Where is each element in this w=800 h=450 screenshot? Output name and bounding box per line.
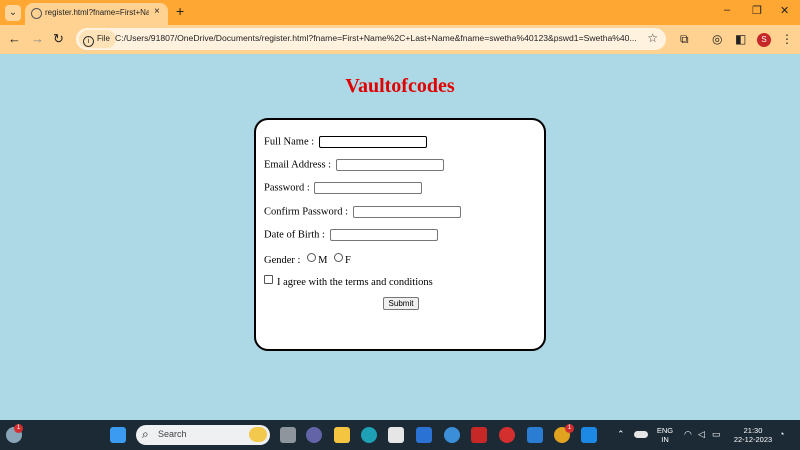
search-highlight-icon — [249, 427, 267, 442]
onedrive-cloud-icon[interactable] — [634, 431, 648, 438]
language-top: ENG — [656, 426, 674, 435]
password-input[interactable] — [314, 182, 423, 194]
gender-f-label: F — [345, 255, 351, 266]
tab-title: register.html?fname=First+Name%2C — [45, 8, 149, 17]
email-input[interactable] — [335, 159, 444, 171]
file-explorer-icon[interactable] — [334, 427, 350, 443]
confirm-password-row: Confirm Password : — [264, 206, 461, 218]
tab-strip: ⌄ register.html?fname=First+Name%2C × + … — [0, 0, 800, 25]
volume-icon[interactable]: ◁ — [698, 430, 705, 439]
close-window-button[interactable]: ✕ — [780, 4, 789, 17]
notification-bell-icon[interactable]: ◔ — [779, 430, 784, 439]
dob-row: Date of Birth : — [264, 229, 438, 241]
globe-icon — [31, 8, 42, 19]
tab-close-button[interactable]: × — [154, 6, 160, 17]
menu-kebab-icon[interactable]: ⋮ — [781, 32, 793, 46]
url-text[interactable]: C:/Users/91807/OneDrive/Documents/regist… — [115, 33, 645, 43]
gender-m-radio[interactable] — [307, 253, 317, 262]
profile-avatar[interactable]: S — [757, 33, 771, 47]
submit-button[interactable]: Submit — [383, 297, 419, 310]
dob-input[interactable] — [329, 229, 438, 241]
password-row: Password : — [264, 182, 423, 194]
search-icon: ⌕ — [142, 427, 149, 441]
clock-time: 21:30 — [743, 426, 763, 435]
page-title: Vaultofcodes — [345, 75, 455, 97]
gender-row: Gender : M F — [264, 253, 351, 266]
extensions-icon[interactable]: ⧉ — [680, 32, 689, 46]
gender-label: Gender : — [264, 255, 301, 266]
side-panel-icon[interactable]: ◧ — [735, 32, 746, 46]
opera-icon[interactable] — [499, 427, 515, 443]
email-row: Email Address : — [264, 159, 444, 171]
app-icon[interactable] — [416, 427, 432, 443]
wifi-icon[interactable]: ◠ — [684, 430, 692, 439]
reload-icon[interactable]: ↻ — [53, 31, 64, 47]
taskbar-search[interactable]: ⌕ Search — [136, 425, 270, 445]
new-tab-button[interactable]: + — [176, 3, 184, 19]
weather-badge: 1 — [14, 424, 23, 433]
chrome-badge: 1 — [565, 424, 574, 433]
full-name-row: Full Name : — [264, 136, 427, 148]
performance-icon[interactable]: ◎ — [712, 32, 722, 46]
taskbar: 1 ⌕ Search 1 ⌃ ENG IN ◠ ◁ ▭ 21:30 22-12-… — [0, 420, 800, 450]
notepad-icon[interactable] — [527, 427, 543, 443]
gender-f-radio[interactable] — [334, 253, 344, 262]
language-bottom: IN — [661, 435, 669, 444]
show-hidden-icons-chevron-icon[interactable]: ⌃ — [617, 430, 625, 439]
site-info-chip[interactable]: i File — [79, 30, 116, 48]
clock-date: 22-12-2023 — [733, 435, 773, 444]
battery-icon[interactable]: ▭ — [712, 430, 721, 439]
terms-row: I agree with the terms and conditions — [264, 275, 433, 288]
confirm-password-label: Confirm Password : — [264, 206, 348, 218]
search-label: Search — [158, 429, 187, 439]
gender-m-label: M — [318, 255, 328, 266]
clock[interactable]: 21:30 22-12-2023 — [730, 426, 776, 444]
store-icon[interactable] — [388, 427, 404, 443]
full-name-label: Full Name : — [264, 136, 315, 148]
terms-checkbox[interactable] — [264, 275, 273, 284]
address-bar[interactable]: i File C:/Users/91807/OneDrive/Documents/… — [76, 28, 666, 50]
teams-icon[interactable] — [306, 427, 322, 443]
tab-search-chevron-icon[interactable]: ⌄ — [5, 5, 21, 21]
mcafee-icon[interactable] — [471, 427, 487, 443]
confirm-password-input[interactable] — [352, 206, 461, 218]
restore-button[interactable]: ❐ — [752, 4, 762, 17]
terms-label: I agree with the terms and conditions — [277, 277, 433, 288]
email-label: Email Address : — [264, 159, 332, 171]
dob-label: Date of Birth : — [264, 229, 325, 241]
back-arrow-icon[interactable]: ← — [8, 31, 21, 47]
edge-icon[interactable] — [361, 427, 377, 443]
minimize-button[interactable]: – — [724, 4, 730, 16]
info-icon: i — [83, 36, 94, 47]
start-windows-icon[interactable] — [110, 427, 126, 443]
active-tab[interactable]: register.html?fname=First+Name%2C × — [25, 3, 168, 25]
bookmark-star-icon[interactable]: ☆ — [647, 31, 658, 45]
vpn-icon[interactable] — [444, 427, 460, 443]
browser-toolbar: ← → ↻ i File C:/Users/91807/OneDrive/Docu… — [0, 25, 800, 54]
forward-arrow-icon[interactable]: → — [31, 31, 44, 47]
language-indicator[interactable]: ENG IN — [653, 426, 677, 444]
vscode-icon[interactable] — [581, 427, 597, 443]
password-label: Password : — [264, 182, 310, 194]
registration-form: Full Name : Email Address : Password : C… — [254, 118, 546, 351]
full-name-input[interactable] — [318, 136, 427, 148]
task-view-icon[interactable] — [280, 427, 296, 443]
file-chip-label: File — [97, 34, 110, 43]
